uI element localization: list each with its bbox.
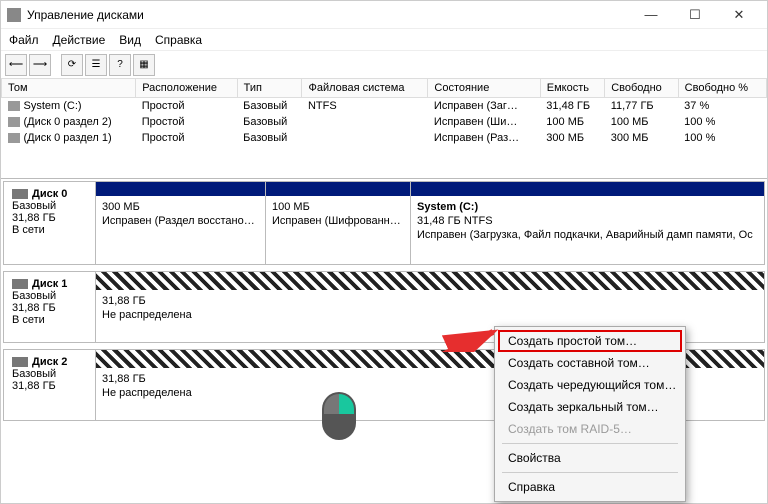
menu-action[interactable]: Действие	[53, 33, 106, 47]
menu-create-spanned-volume[interactable]: Создать составной том…	[498, 352, 682, 374]
col-type[interactable]: Тип	[237, 79, 302, 98]
maximize-button[interactable]: ☐	[673, 2, 717, 28]
disk-icon	[12, 357, 28, 367]
disk-row-0: Диск 0 Базовый 31,88 ГБ В сети 300 МБ Ис…	[3, 181, 765, 265]
menubar: Файл Действие Вид Справка	[1, 29, 767, 51]
partition[interactable]: 300 МБ Исправен (Раздел восстановления	[96, 182, 266, 264]
tool-refresh[interactable]: ⟳	[61, 54, 83, 76]
toolbar: ⟵ ⟶ ⟳ ☰ ? ▦	[1, 51, 767, 79]
partition-stripe	[266, 182, 410, 196]
menu-help[interactable]: Справка	[155, 33, 202, 47]
volume-icon	[8, 133, 20, 143]
table-row[interactable]: System (C:) ПростойБазовыйNTFSИсправен (…	[2, 98, 767, 115]
col-layout[interactable]: Расположение	[136, 79, 237, 98]
partition-stripe	[411, 182, 764, 196]
disk-icon	[12, 279, 28, 289]
menu-create-simple-volume[interactable]: Создать простой том…	[498, 330, 682, 352]
menu-create-striped-volume[interactable]: Создать чередующийся том…	[498, 374, 682, 396]
partition-stripe	[96, 182, 265, 196]
disk-header[interactable]: Диск 0 Базовый 31,88 ГБ В сети	[4, 182, 96, 264]
context-menu: Создать простой том… Создать составной т…	[494, 326, 686, 502]
menu-create-raid5-volume: Создать том RAID-5…	[498, 418, 682, 440]
col-volume[interactable]: Том	[2, 79, 136, 98]
col-status[interactable]: Состояние	[428, 79, 540, 98]
col-free[interactable]: Свободно	[605, 79, 678, 98]
menu-create-mirrored-volume[interactable]: Создать зеркальный том…	[498, 396, 682, 418]
partition-system[interactable]: System (C:) 31,48 ГБ NTFS Исправен (Загр…	[411, 182, 764, 264]
tool-properties[interactable]: ☰	[85, 54, 107, 76]
menu-properties[interactable]: Свойства	[498, 447, 682, 469]
disk-icon	[12, 189, 28, 199]
partition-stripe	[96, 272, 764, 290]
volume-table[interactable]: Том Расположение Тип Файловая система Со…	[1, 79, 767, 146]
disk-header[interactable]: Диск 1 Базовый 31,88 ГБ В сети	[4, 272, 96, 342]
volume-icon	[8, 101, 20, 111]
tool-forward[interactable]: ⟶	[29, 54, 51, 76]
tool-help[interactable]: ?	[109, 54, 131, 76]
menu-help[interactable]: Справка	[498, 476, 682, 498]
mouse-icon	[322, 392, 356, 440]
close-button[interactable]: ✕	[717, 2, 761, 28]
tool-back[interactable]: ⟵	[5, 54, 27, 76]
menu-view[interactable]: Вид	[119, 33, 141, 47]
partition[interactable]: 100 МБ Исправен (Шифрованный (	[266, 182, 411, 264]
volume-list-pane: Том Расположение Тип Файловая система Со…	[1, 79, 767, 179]
minimize-button[interactable]: —	[629, 2, 673, 28]
tool-layout[interactable]: ▦	[133, 54, 155, 76]
volume-icon	[8, 117, 20, 127]
menu-file[interactable]: Файл	[9, 33, 39, 47]
col-capacity[interactable]: Емкость	[540, 79, 604, 98]
app-icon	[7, 8, 21, 22]
col-freepct[interactable]: Свободно %	[678, 79, 766, 98]
col-fs[interactable]: Файловая система	[302, 79, 428, 98]
table-row[interactable]: (Диск 0 раздел 2) ПростойБазовыйИсправен…	[2, 114, 767, 130]
window-title: Управление дисками	[27, 8, 629, 22]
table-row[interactable]: (Диск 0 раздел 1) ПростойБазовыйИсправен…	[2, 130, 767, 146]
titlebar[interactable]: Управление дисками — ☐ ✕	[1, 1, 767, 29]
disk-header[interactable]: Диск 2 Базовый 31,88 ГБ	[4, 350, 96, 420]
